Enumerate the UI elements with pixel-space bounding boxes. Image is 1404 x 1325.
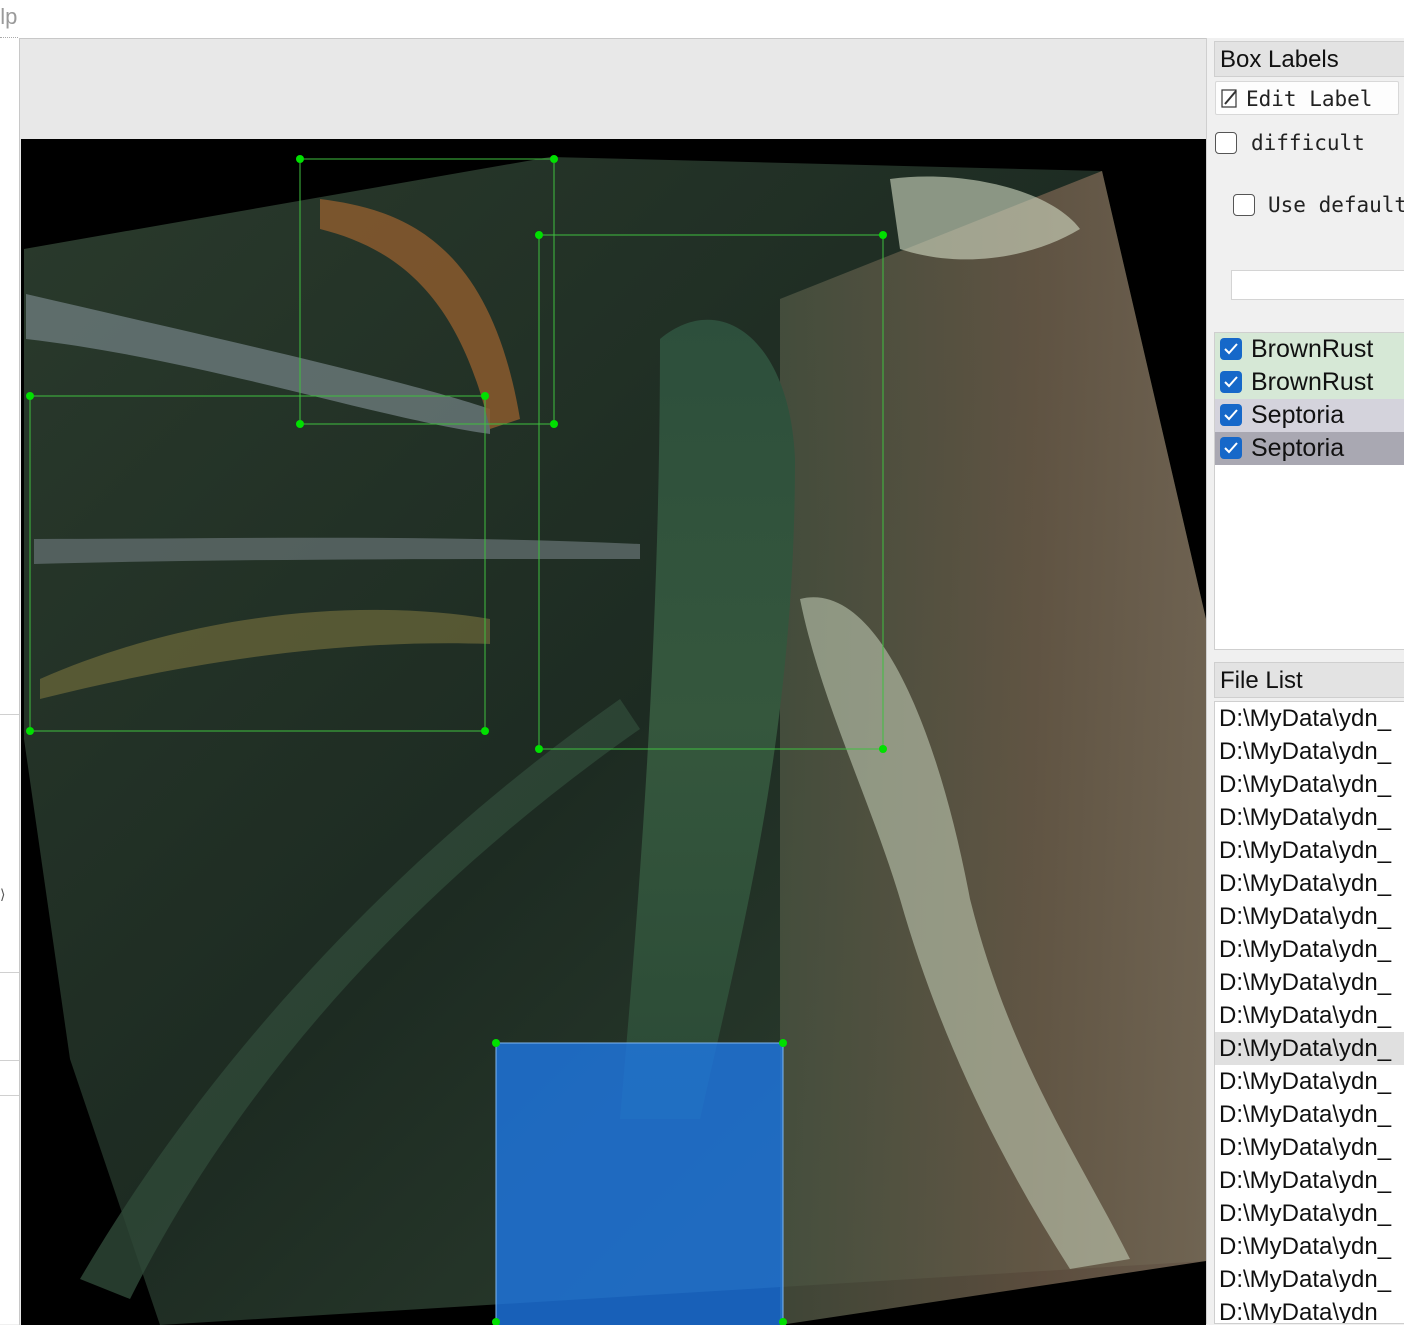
file-list-item[interactable]: D:\MyData\ydn_ (1215, 867, 1404, 900)
photo-soil-region (780, 171, 1206, 1325)
box-handle[interactable] (481, 392, 489, 400)
file-list-item[interactable]: D:\MyData\ydn_ (1215, 768, 1404, 801)
toolbar-divider (0, 972, 19, 973)
file-list-item[interactable]: D:\MyData\ydn_ (1215, 1098, 1404, 1131)
file-list-item[interactable]: D:\MyData\ydn_ (1215, 1230, 1404, 1263)
toolbar-divider (0, 1095, 19, 1096)
check-icon (1224, 376, 1238, 388)
difficult-label: difficult (1251, 131, 1365, 155)
label-list-item[interactable]: BrownRust (1215, 333, 1404, 366)
edit-label-text: Edit Label (1246, 87, 1373, 111)
default-label-input[interactable] (1231, 270, 1404, 300)
box-handle[interactable] (879, 231, 887, 239)
label-checkbox[interactable] (1220, 404, 1242, 426)
label-list-item[interactable]: Septoria (1215, 432, 1404, 465)
file-list-title: File List (1214, 662, 1404, 698)
label-item-text: Septoria (1251, 434, 1345, 462)
label-checkbox[interactable] (1220, 371, 1242, 393)
edit-label-button[interactable]: Edit Label (1215, 81, 1399, 115)
box-handle[interactable] (535, 745, 543, 753)
label-item-text: BrownRust (1251, 368, 1374, 396)
box-handle[interactable] (550, 155, 558, 163)
toolbar-divider (0, 714, 19, 715)
check-icon (1224, 442, 1238, 454)
file-list-item[interactable]: D:\MyData\ydn_ (1215, 1164, 1404, 1197)
file-list[interactable]: D:\MyData\ydn_ D:\MyData\ydn_ D:\MyData\… (1214, 701, 1404, 1324)
file-list-item-selected[interactable]: D:\MyData\ydn_ (1215, 1032, 1404, 1065)
selected-bounding-box[interactable] (495, 1042, 784, 1325)
label-list-item[interactable]: Septoria (1215, 399, 1404, 432)
check-icon (1224, 409, 1238, 421)
use-default-label: Use default (1268, 193, 1404, 217)
annotation-canvas[interactable] (19, 38, 1206, 1325)
box-handle[interactable] (492, 1039, 500, 1047)
label-item-text: BrownRust (1251, 335, 1374, 363)
file-list-item[interactable]: D:\MyData\ydn_ (1215, 702, 1404, 735)
file-list-item[interactable]: D:\MyData\ydn_ (1215, 1263, 1404, 1296)
menu-bar: elp (0, 0, 1404, 38)
box-handle[interactable] (879, 745, 887, 753)
edit-icon (1221, 89, 1237, 108)
toolbar-tick-icon: ⟩ (0, 887, 6, 903)
file-list-item[interactable]: D:\MyData\ydn_ (1215, 1131, 1404, 1164)
label-list-item[interactable]: BrownRust (1215, 366, 1404, 399)
file-list-item[interactable]: D:\MyData\ydn_ (1215, 933, 1404, 966)
file-list-item[interactable]: D:\MyData\ydn_ (1215, 999, 1404, 1032)
box-handle[interactable] (535, 231, 543, 239)
label-list[interactable]: BrownRust BrownRust Septoria Septoria (1214, 332, 1404, 650)
file-list-item[interactable]: D:\MyData\ydn_ (1215, 735, 1404, 768)
file-list-item[interactable]: D:\MyData\ydn_ (1215, 1296, 1404, 1323)
box-handle[interactable] (296, 155, 304, 163)
file-list-item[interactable]: D:\MyData\ydn_ (1215, 801, 1404, 834)
difficult-checkbox[interactable] (1215, 132, 1237, 154)
box-handle[interactable] (550, 420, 558, 428)
label-checkbox[interactable] (1220, 437, 1242, 459)
label-checkbox[interactable] (1220, 338, 1242, 360)
file-list-item[interactable]: D:\MyData\ydn_ (1215, 834, 1404, 867)
box-handle[interactable] (481, 727, 489, 735)
file-list-item[interactable]: D:\MyData\ydn_ (1215, 1065, 1404, 1098)
box-handle[interactable] (26, 727, 34, 735)
file-list-item[interactable]: D:\MyData\ydn_ (1215, 966, 1404, 999)
check-icon (1224, 343, 1238, 355)
label-item-text: Septoria (1251, 401, 1345, 429)
toolbar-divider (0, 1060, 19, 1061)
box-labels-title: Box Labels (1214, 41, 1404, 77)
box-handle[interactable] (296, 420, 304, 428)
file-list-item[interactable]: D:\MyData\ydn_ (1215, 1197, 1404, 1230)
box-handle[interactable] (779, 1039, 787, 1047)
wheat-photo[interactable] (20, 39, 1206, 1325)
right-dock: Box Labels Edit Label difficult Use defa… (1206, 38, 1404, 1324)
menu-help[interactable]: elp (0, 4, 17, 30)
left-toolbar: ⟩ (0, 38, 20, 1324)
use-default-checkbox[interactable] (1233, 194, 1255, 216)
box-handle[interactable] (26, 392, 34, 400)
file-list-item[interactable]: D:\MyData\ydn_ (1215, 900, 1404, 933)
